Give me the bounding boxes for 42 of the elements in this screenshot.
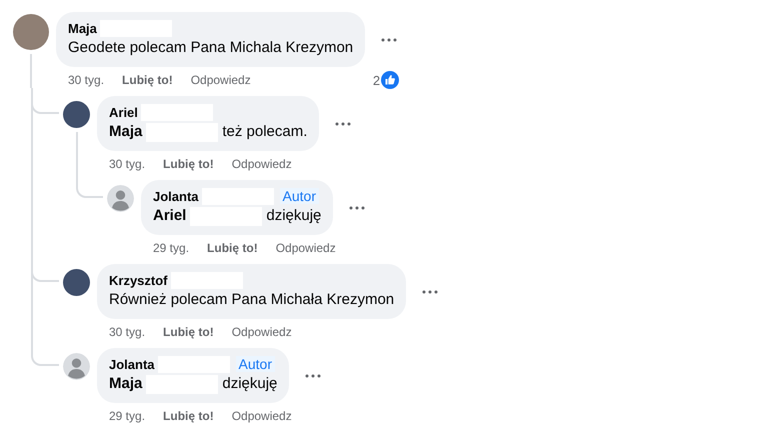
- reply-link[interactable]: Odpowiedz: [232, 409, 292, 423]
- avatar-silhouette-icon[interactable]: [63, 353, 90, 380]
- comment-text: Również polecam Pana Michała Krezymon: [109, 291, 394, 308]
- comment-text: dziękuję: [266, 207, 322, 224]
- avatar[interactable]: [63, 269, 90, 296]
- like-link[interactable]: Lubię to!: [163, 325, 214, 339]
- like-icon: [381, 71, 400, 89]
- like-link[interactable]: Lubię to!: [163, 157, 214, 171]
- author-name[interactable]: Maja: [68, 20, 97, 36]
- like-link[interactable]: Lubię to!: [207, 241, 258, 255]
- author-name[interactable]: Jolanta: [153, 188, 199, 204]
- avatar[interactable]: [63, 101, 90, 128]
- timestamp[interactable]: 29 tyg.: [109, 409, 146, 423]
- mention-link[interactable]: Ariel: [153, 207, 186, 224]
- comment-text: też polecam.: [222, 123, 308, 140]
- avatar[interactable]: [13, 14, 49, 50]
- timestamp[interactable]: 30 tyg.: [109, 157, 146, 171]
- more-icon: [349, 206, 366, 210]
- mention-link[interactable]: Maja: [109, 375, 142, 392]
- timestamp[interactable]: 30 tyg.: [68, 73, 104, 87]
- more-icon: [305, 374, 322, 378]
- more-icon: [381, 38, 398, 42]
- reply-link[interactable]: Odpowiedz: [190, 73, 251, 87]
- timestamp[interactable]: 30 tyg.: [109, 325, 146, 339]
- more-icon: [422, 290, 438, 294]
- author-badge: Autor: [236, 356, 275, 372]
- timestamp[interactable]: 29 tyg.: [153, 241, 190, 255]
- author-name[interactable]: Ariel: [109, 104, 138, 120]
- comment-text: dziękuję: [222, 375, 278, 392]
- comment-text: Geodete polecam Pana Michala Krezymon: [68, 39, 354, 56]
- author-name[interactable]: Jolanta: [109, 356, 155, 372]
- author-name[interactable]: Krzysztof: [109, 272, 168, 288]
- like-link[interactable]: Lubię to!: [163, 409, 214, 423]
- reaction-count[interactable]: 2: [372, 72, 380, 88]
- more-icon: [335, 122, 352, 126]
- like-link[interactable]: Lubię to!: [122, 73, 173, 87]
- reply-link[interactable]: Odpowiedz: [232, 325, 292, 339]
- mention-link[interactable]: Maja: [109, 123, 142, 140]
- reply-link[interactable]: Odpowiedz: [276, 241, 336, 255]
- author-badge: Autor: [280, 188, 319, 204]
- avatar-silhouette-icon[interactable]: [107, 185, 134, 212]
- reply-link[interactable]: Odpowiedz: [232, 157, 292, 171]
